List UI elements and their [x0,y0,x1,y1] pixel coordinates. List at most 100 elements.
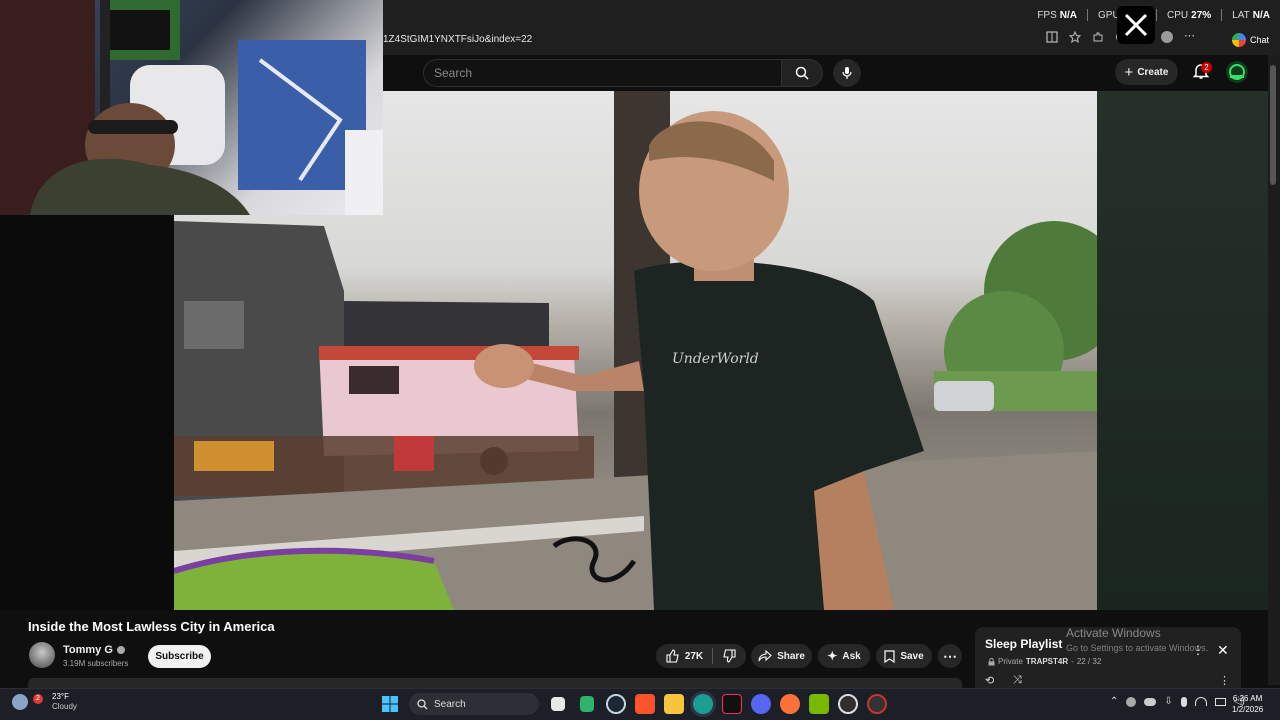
ask-button[interactable]: ✦ Ask [818,644,870,668]
microphone-tray-icon[interactable] [1180,696,1187,707]
extensions-icon[interactable] [1092,31,1104,43]
video-title: Inside the Most Lawless City in America [28,619,275,634]
page-scrollbar[interactable] [1268,55,1280,685]
clock-time: 6:26 AM [1232,694,1263,703]
close-icon[interactable]: ✕ [1217,642,1229,659]
playlist-owner[interactable]: TRAPST4R [1026,657,1068,666]
channel-name: Tommy G [63,644,113,656]
notification-count-badge: 2 [1201,62,1212,73]
scrollbar-thumb[interactable] [1270,65,1276,185]
app-with-notification-icon[interactable] [867,694,887,714]
playlist-meta: Private TRAPST4R - 22 / 32 [988,657,1101,666]
like-dislike-group: 27K [656,644,746,668]
more-horizontal-icon: ⋯ [943,647,957,664]
youtube-header: Search + Create 2 [383,55,1268,91]
edge-icon[interactable] [693,694,713,714]
fps-label: FPS [1037,9,1057,21]
share-button[interactable]: Share [751,644,812,668]
tiktok-icon[interactable] [722,694,742,714]
weather-widget[interactable]: 2 23°F Cloudy [12,692,77,712]
channel-avatar[interactable] [29,642,55,668]
firefox-icon[interactable] [780,694,800,714]
bookmark-icon [884,649,895,663]
playlist-privacy: Private [998,657,1023,666]
more-actions-button[interactable]: ⋯ [938,644,962,668]
verified-badge-icon [116,646,125,654]
task-view-icon[interactable] [551,697,565,711]
shirt-logo-text: UnderWorld [672,351,759,367]
like-count[interactable]: 27K [685,651,703,662]
more-menu-icon[interactable]: ⋯ [1184,31,1196,43]
playlist-options-icon[interactable]: ⋮ [1219,674,1230,687]
display-icon[interactable] [1214,697,1226,706]
copilot-chat-button[interactable]: Chat [1232,31,1269,49]
ask-label: Ask [842,650,861,662]
playlist-position: 22 / 32 [1076,657,1102,666]
temperature: 23°F [52,692,69,701]
taskbar-search-label: Search [434,698,466,710]
thumbs-down-icon[interactable] [722,649,736,663]
fps-value: N/A [1059,9,1078,21]
windows-start-icon[interactable] [380,694,400,714]
cloud-weather-icon [12,694,28,710]
chat-label: Chat [1250,35,1270,45]
chevron-up-icon[interactable]: ⌃ [1110,696,1118,707]
discord-icon[interactable] [751,694,771,714]
file-explorer-icon[interactable] [664,694,684,714]
cpu-label: CPU [1167,9,1189,21]
playlist-title[interactable]: Sleep Playlist [985,637,1062,651]
lat-value: N/A [1252,9,1270,21]
weather-condition: Cloudy [52,702,77,711]
search-button[interactable] [781,59,823,87]
lat-label: LAT [1232,9,1250,21]
player-letterbox-right [1097,91,1268,610]
activate-windows-title: Activate Windows [1066,626,1161,640]
taskbar-clock[interactable]: 6:26 AM 1/2/2026 [1232,693,1263,715]
shuffle-icon[interactable]: ⤨ [1013,674,1022,687]
create-label: Create [1137,66,1169,78]
system-tray: ⌃ ⇩ ◁) [1110,696,1245,707]
weather-text: 23°F Cloudy [52,692,77,712]
streamer-webcam-overlay [0,0,383,215]
windows-taskbar: 2 23°F Cloudy Search ⌃ ⇩ ◁) 6:26 AM 1/2/… [0,688,1280,720]
address-bar[interactable]: 1Z4StGIM1YNXTFsiJo&index=22 [383,31,1043,49]
taskbar-search[interactable]: Search [409,693,539,715]
description-box[interactable] [28,678,962,688]
clock-date: 1/2/2026 [1232,705,1264,714]
wifi-icon[interactable] [1194,697,1207,706]
steam-icon[interactable] [606,694,626,714]
nvidia-icon[interactable] [809,694,829,714]
x-logo-icon[interactable] [1117,6,1155,44]
app-grid-icon[interactable] [1046,31,1058,43]
notepad-icon[interactable] [580,696,594,712]
onedrive-icon[interactable] [1144,697,1157,706]
save-label: Save [900,650,924,662]
share-icon [758,650,772,662]
channel-name-link[interactable]: Tommy G [63,644,125,656]
taskbar-apps: Search [380,693,887,715]
voice-search-button[interactable] [833,59,861,87]
star-icon[interactable] [1069,31,1081,43]
account-avatar[interactable] [1226,61,1248,83]
download-tray-icon[interactable]: ⇩ [1164,696,1172,707]
lock-icon [988,657,995,665]
activate-windows-subtitle: Go to Settings to activate Windows. [1066,643,1209,653]
subscribe-button[interactable]: Subscribe [148,645,211,668]
profile-avatar-icon[interactable] [1161,31,1173,43]
save-button[interactable]: Save [876,644,932,668]
webcam-scene [0,0,383,215]
subscriber-count: 3.19M subscribers [63,659,129,668]
thumbs-up-icon[interactable] [666,649,680,663]
tray-app-icon[interactable] [1126,696,1137,707]
microphone-icon [842,67,852,79]
playlist-separator: - [1071,657,1074,666]
plus-icon: + [1124,63,1134,81]
brave-icon[interactable] [635,694,655,714]
search-icon [417,698,428,709]
create-button[interactable]: + Create [1115,59,1178,85]
weather-alert-badge: 2 [33,694,43,704]
obs-icon[interactable] [838,694,858,714]
cpu-value: 27% [1191,9,1212,21]
search-input[interactable]: Search [423,59,781,87]
loop-icon[interactable]: ⟲ [985,674,994,687]
